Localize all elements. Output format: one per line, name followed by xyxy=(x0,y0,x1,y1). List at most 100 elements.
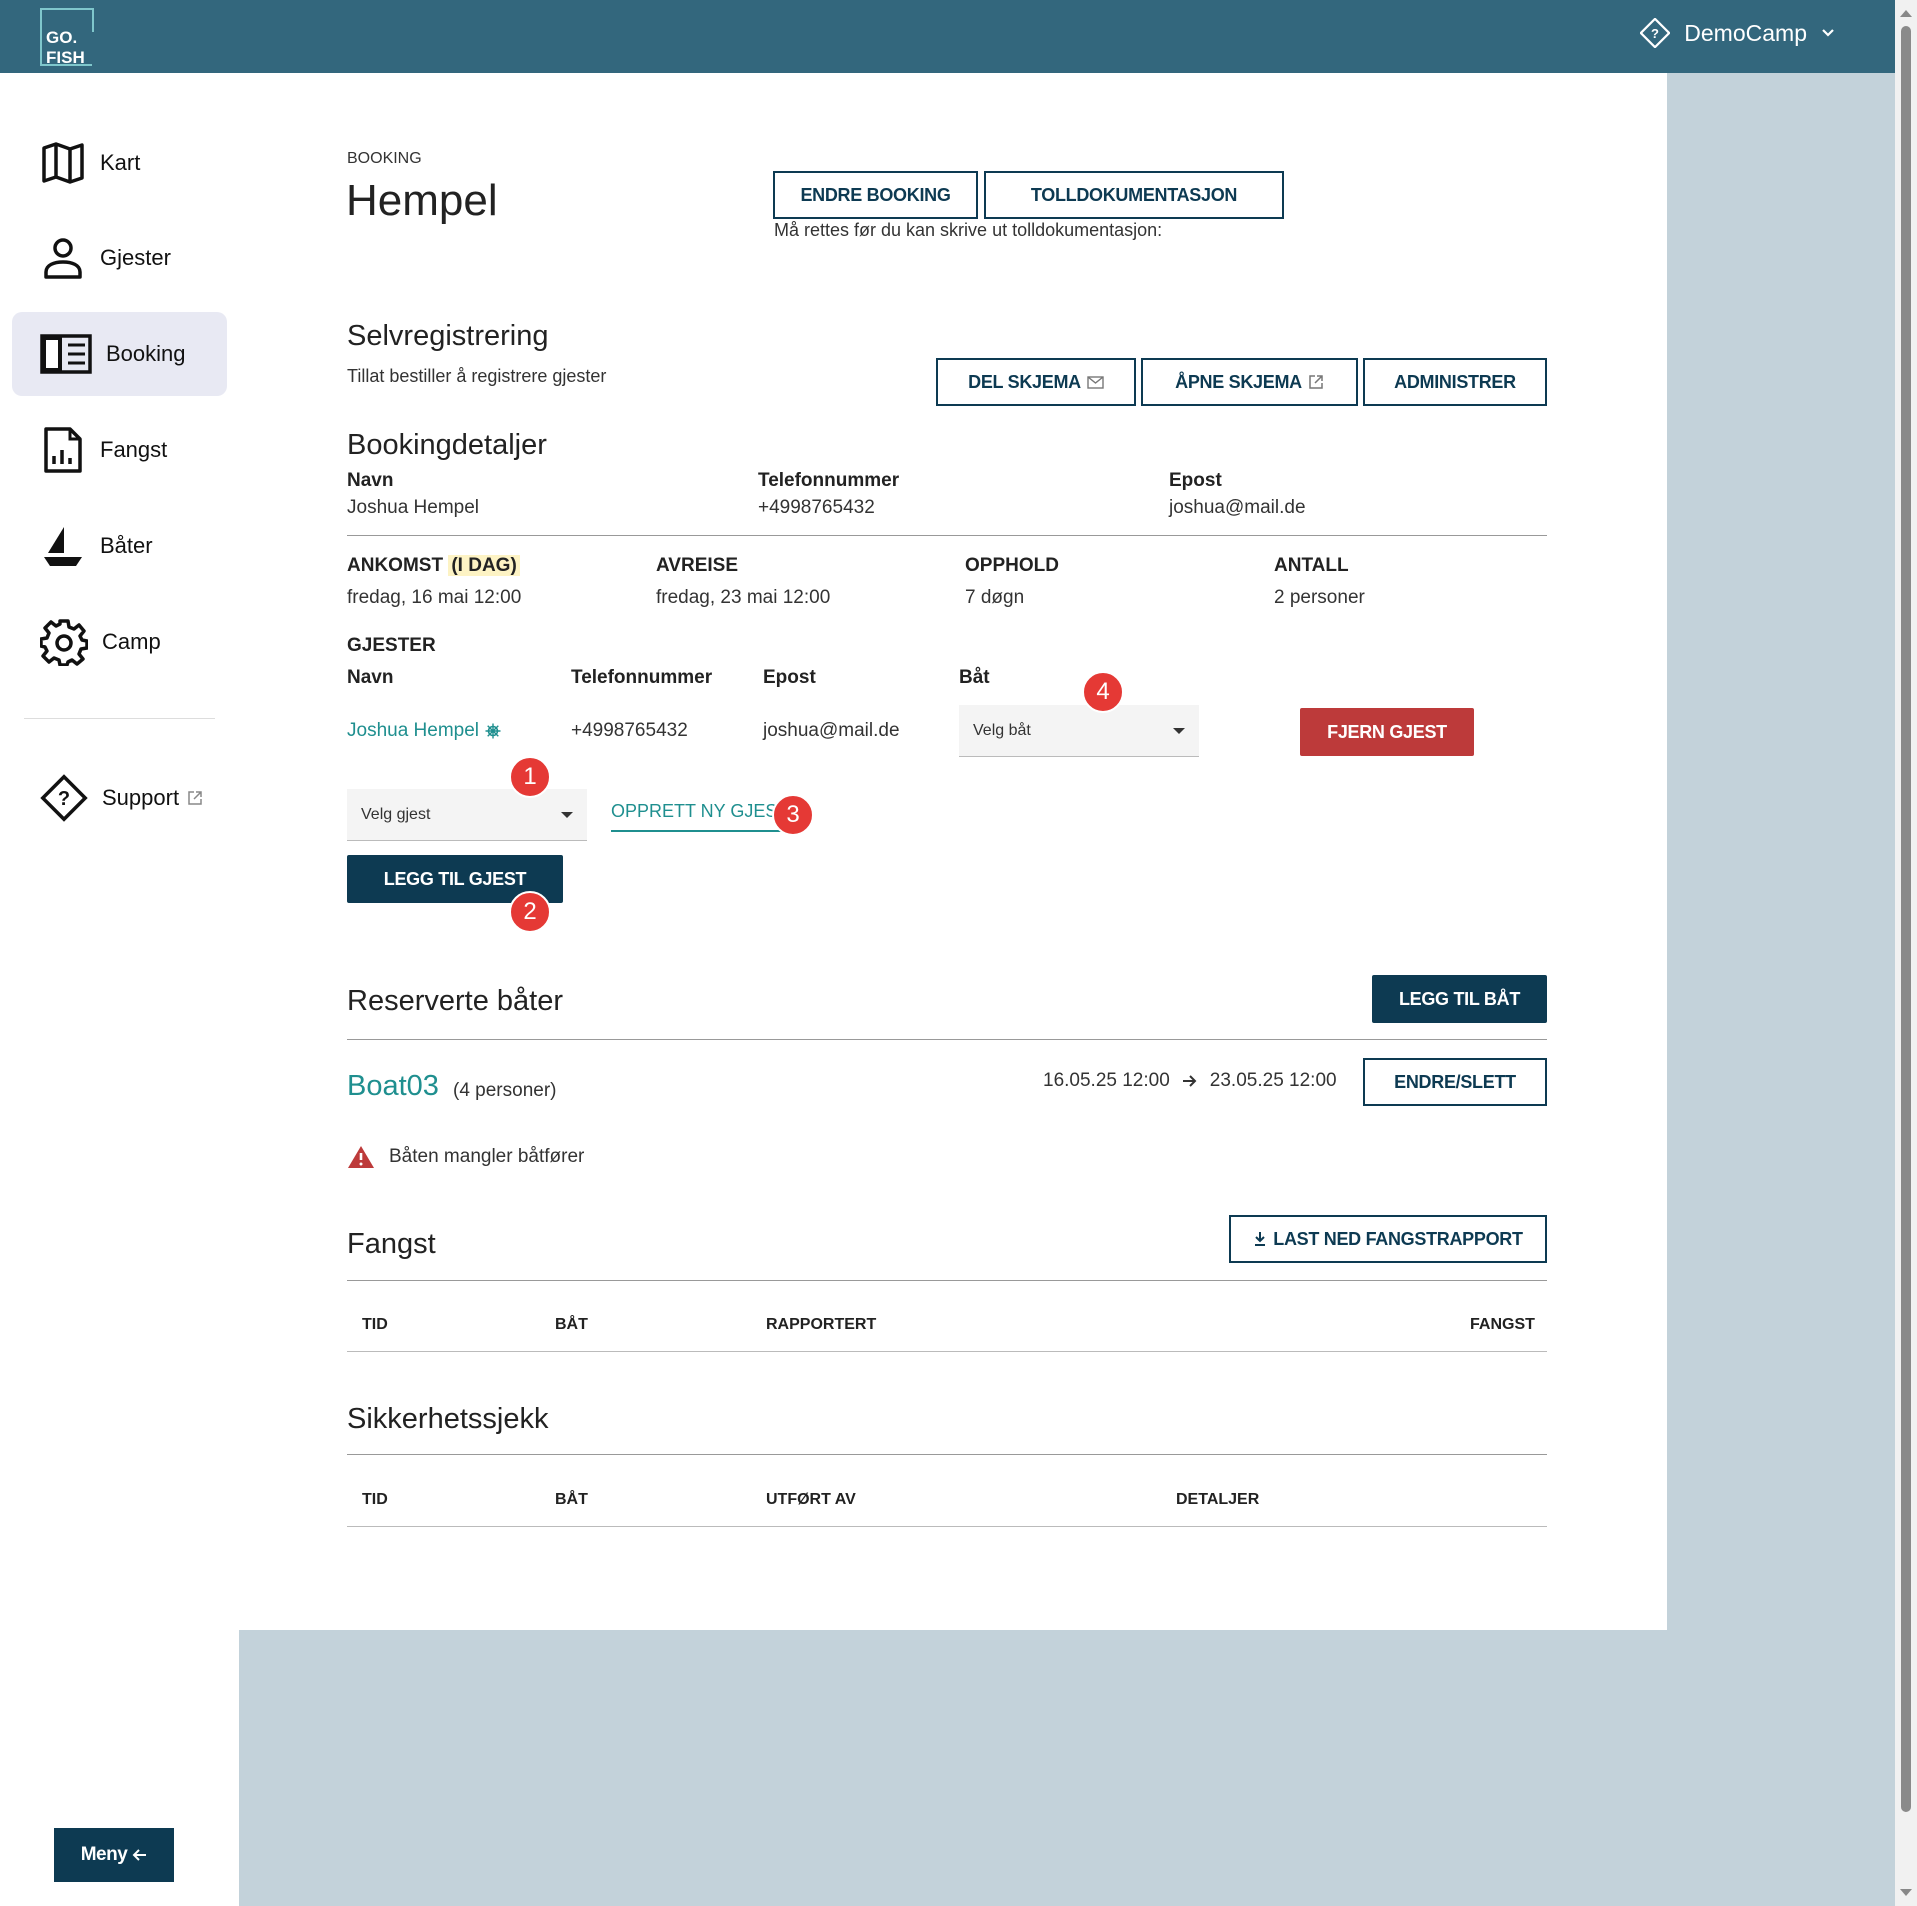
guest-phone: +4998765432 xyxy=(571,720,688,741)
sidebar-item-fangst[interactable]: Fangst xyxy=(12,408,227,492)
annotation-badge-4: 4 xyxy=(1082,671,1124,713)
booker-phone-label: Telefonnummer xyxy=(758,470,900,491)
guests-col-phone: Telefonnummer xyxy=(571,667,713,688)
divider xyxy=(347,1280,1547,1281)
boat-select[interactable]: Velg båt xyxy=(959,705,1199,757)
self-registration-description: Tillat bestiller å registrere gjester xyxy=(347,366,607,386)
sidebar-item-label: Support xyxy=(102,785,180,810)
reserved-boats-title: Reserverte båter xyxy=(347,985,563,1017)
guest-name: Joshua Hempel xyxy=(347,720,480,741)
sidebar-item-camp[interactable]: Camp xyxy=(12,600,227,684)
edit-booking-label: ENDRE BOOKING xyxy=(800,184,951,205)
manage-label: ADMINISTRER xyxy=(1394,371,1516,392)
self-registration-title: Selvregistrering xyxy=(347,320,549,352)
scroll-up-arrow-icon[interactable] xyxy=(1900,10,1912,17)
customs-note: Må rettes før du kan skrive ut tolldokum… xyxy=(774,220,1163,240)
arrival-label-text: ANKOMST xyxy=(347,555,444,576)
annotation-badge-2: 2 xyxy=(509,891,551,933)
select-guest-dropdown[interactable]: Velg gjest xyxy=(347,789,587,841)
divider xyxy=(347,1454,1547,1455)
external-link-icon xyxy=(188,791,202,805)
sidebar-item-label: Camp xyxy=(102,629,161,654)
menu-button-label: Meny xyxy=(80,1844,128,1865)
add-guest-label: LEGG TIL GJEST xyxy=(383,868,527,889)
person-icon xyxy=(44,238,82,279)
edit-booking-button[interactable]: ENDRE BOOKING xyxy=(773,171,978,219)
sidebar-item-gjester[interactable]: Gjester xyxy=(12,216,227,300)
arrow-left-icon xyxy=(132,1849,147,1861)
stay-label: OPPHOLD xyxy=(965,555,1059,576)
divider xyxy=(347,1039,1547,1040)
diamond-help-icon: ? xyxy=(40,774,88,822)
annotation-badge-1: 1 xyxy=(509,756,551,798)
arrow-right-icon xyxy=(1182,1075,1197,1087)
booker-name-value: Joshua Hempel xyxy=(347,497,480,518)
edit-delete-boat-button[interactable]: ENDRE/SLETT xyxy=(1363,1058,1547,1106)
arrival-value: fredag, 16 mai 12:00 xyxy=(347,587,522,608)
boat-select-value: Velg båt xyxy=(973,721,1031,739)
boat-from-date: 16.05.25 12:00 xyxy=(1043,1070,1170,1091)
guests-col-name: Navn xyxy=(347,667,394,688)
sidebar-item-label: Båter xyxy=(100,533,153,558)
menu-button[interactable]: Meny xyxy=(54,1828,174,1882)
divider xyxy=(347,535,1547,536)
guest-name-link[interactable]: Joshua Hempel xyxy=(347,720,501,742)
download-catch-report-button[interactable]: LAST NED FANGSTRAPPORT xyxy=(1229,1215,1547,1263)
stay-value: 7 døgn xyxy=(965,587,1025,608)
add-boat-button[interactable]: LEGG TIL BÅT xyxy=(1372,975,1547,1023)
camp-selector[interactable]: ? DemoCamp xyxy=(1640,18,1835,48)
gear-icon xyxy=(40,619,88,666)
helm-icon xyxy=(485,723,501,739)
catch-col-boat: BÅT xyxy=(555,1316,588,1333)
boat-reservation-period: 16.05.25 12:00 23.05.25 12:00 xyxy=(1043,1070,1337,1092)
divider xyxy=(347,1526,1547,1527)
catch-col-time: TID xyxy=(362,1316,388,1333)
warning-icon xyxy=(348,1146,374,1168)
sidebar-item-label: Gjester xyxy=(100,245,171,270)
booker-phone-value: +4998765432 xyxy=(758,497,875,518)
safety-col-details: DETALJER xyxy=(1176,1491,1260,1508)
gofish-logo[interactable]: GO. FISH xyxy=(40,8,94,67)
diamond-help-icon: ? xyxy=(1640,18,1671,48)
svg-text:?: ? xyxy=(58,788,70,810)
page-kicker: BOOKING xyxy=(347,150,422,167)
guests-title: GJESTER xyxy=(347,635,436,656)
boat-warning-text: Båten mangler båtfører xyxy=(389,1146,585,1167)
count-value: 2 personer xyxy=(1274,587,1365,608)
boat-to-date: 23.05.25 12:00 xyxy=(1209,1070,1337,1091)
chevron-down-icon xyxy=(1822,29,1834,37)
scroll-thumb[interactable] xyxy=(1901,26,1911,1812)
external-link-icon xyxy=(1309,375,1323,389)
open-form-button[interactable]: ÅPNE SKJEMA xyxy=(1141,358,1358,406)
share-form-button[interactable]: DEL SKJEMA xyxy=(936,358,1136,406)
remove-guest-button[interactable]: FJERN GJEST xyxy=(1300,708,1474,756)
sailboat-icon xyxy=(44,527,82,566)
book-icon xyxy=(40,334,92,374)
sidebar-item-bater[interactable]: Båter xyxy=(12,504,227,588)
logo-line-2: FISH xyxy=(46,48,85,67)
customs-docs-button[interactable]: TOLLDOKUMENTASJON xyxy=(984,171,1284,219)
boat-warning: Båten mangler båtfører xyxy=(347,1145,584,1169)
safety-col-performed-by: UTFØRT AV xyxy=(766,1491,856,1508)
report-icon xyxy=(44,427,82,473)
booker-email-value: joshua@mail.de xyxy=(1169,497,1306,518)
sidebar-item-kart[interactable]: Kart xyxy=(12,121,227,205)
today-tag: (I DAG) xyxy=(448,555,520,576)
sidebar-item-booking[interactable]: Booking xyxy=(12,312,227,396)
scrollbar[interactable] xyxy=(1895,0,1917,1906)
scroll-down-arrow-icon[interactable] xyxy=(1900,1889,1912,1896)
create-new-guest-link[interactable]: OPPRETT NY GJEST xyxy=(611,801,789,832)
customs-docs-label: TOLLDOKUMENTASJON xyxy=(1030,184,1238,205)
manage-button[interactable]: ADMINISTRER xyxy=(1363,358,1547,406)
arrival-label: ANKOMST (I DAG) xyxy=(347,555,520,577)
svg-text:?: ? xyxy=(1651,26,1659,41)
sidebar-item-support[interactable]: ? Support xyxy=(12,756,227,840)
booking-details-title: Bookingdetaljer xyxy=(347,429,547,461)
safety-col-boat: BÅT xyxy=(555,1491,588,1508)
guest-email: joshua@mail.de xyxy=(763,720,900,741)
guests-col-email: Epost xyxy=(763,667,816,688)
download-catch-report-label: LAST NED FANGSTRAPPORT xyxy=(1273,1228,1523,1249)
boat-name-link[interactable]: Boat03 xyxy=(347,1070,439,1103)
sidebar-divider xyxy=(24,718,215,719)
main-panel: BOOKING Hempel ENDRE BOOKING TOLLDOKUMEN… xyxy=(239,73,1667,1630)
